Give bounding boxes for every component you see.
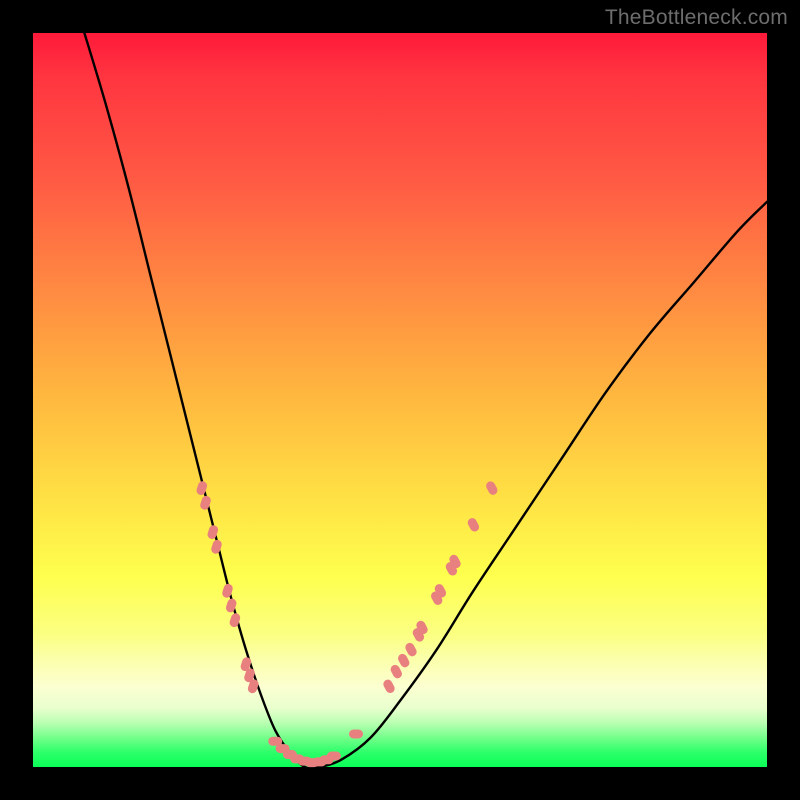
watermark-text: TheBottleneck.com	[605, 6, 788, 30]
marker-dot	[199, 495, 212, 511]
marker-dot	[396, 652, 411, 669]
curve-layer	[84, 33, 767, 768]
bottleneck-curve	[84, 33, 767, 768]
marker-dot	[389, 663, 404, 680]
marker-dot	[485, 480, 500, 497]
marker-dot	[206, 524, 219, 540]
marker-dot	[210, 539, 223, 555]
plot-area	[33, 33, 767, 767]
marker-dot	[221, 583, 234, 599]
marker-dot	[195, 480, 208, 496]
marker-dot	[404, 641, 419, 658]
marker-dot	[382, 678, 397, 695]
bottleneck-chart-svg	[33, 33, 767, 767]
marker-dot	[466, 517, 481, 534]
outer-frame: TheBottleneck.com	[0, 0, 800, 800]
marker-dot	[349, 730, 363, 739]
marker-dot	[327, 752, 341, 761]
